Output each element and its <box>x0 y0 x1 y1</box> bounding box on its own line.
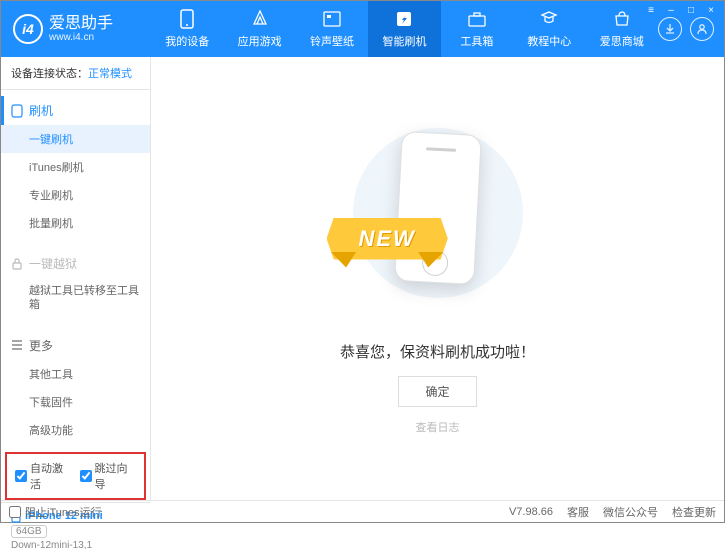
block-itunes-checkbox[interactable]: 阻止iTunes运行 <box>9 504 102 520</box>
nav-tutorial[interactable]: 教程中心 <box>513 1 585 57</box>
close-button[interactable]: × <box>702 3 720 17</box>
device-meta: Down-12mini-13,1 <box>11 540 140 551</box>
view-log-link[interactable]: 查看日志 <box>416 419 460 435</box>
sidebar-item-download-firmware[interactable]: 下载固件 <box>1 388 150 416</box>
sidebar-item-other-tools[interactable]: 其他工具 <box>1 360 150 388</box>
nav-label: 工具箱 <box>460 33 493 49</box>
brand-url: www.i4.cn <box>49 32 113 43</box>
apps-icon <box>250 9 270 29</box>
nav-apps[interactable]: 应用游戏 <box>223 1 295 57</box>
sidebar-jailbreak-note: 越狱工具已转移至工具箱 <box>1 278 150 319</box>
nav-label: 我的设备 <box>165 33 209 49</box>
footer-service[interactable]: 客服 <box>567 504 589 520</box>
nav-flash[interactable]: 智能刷机 <box>368 1 440 57</box>
ok-button[interactable]: 确定 <box>398 376 476 407</box>
footer-check-update[interactable]: 检查更新 <box>672 504 716 520</box>
device-status: 设备连接状态：正常模式 <box>1 57 150 90</box>
sidebar-item-itunes-flash[interactable]: iTunes刷机 <box>1 153 150 181</box>
sidebar-more-header[interactable]: 更多 <box>1 331 150 360</box>
wallpaper-icon <box>322 9 342 29</box>
phone-small-icon <box>11 104 23 118</box>
block-itunes-input[interactable] <box>9 506 21 518</box>
nav-label: 爱思商城 <box>600 33 644 49</box>
main-content: NEW 恭喜您，保资料刷机成功啦！ 确定 查看日志 <box>151 57 724 500</box>
device-storage: 64GB <box>11 525 47 538</box>
user-button[interactable] <box>690 17 714 41</box>
sidebar-item-oneclick-flash[interactable]: 一键刷机 <box>1 125 150 153</box>
nav-toolbox[interactable]: 工具箱 <box>441 1 513 57</box>
auto-activate-input[interactable] <box>15 470 27 482</box>
brand-name: 爱思助手 <box>49 15 113 33</box>
toolbox-icon <box>467 9 487 29</box>
phone-illustration <box>394 131 482 285</box>
logo-icon: i4 <box>13 14 43 44</box>
footer-wechat[interactable]: 微信公众号 <box>603 504 658 520</box>
sidebar-item-batch-flash[interactable]: 批量刷机 <box>1 209 150 237</box>
tutorial-icon <box>539 9 559 29</box>
checkbox-skip-guide[interactable]: 跳过向导 <box>80 460 137 492</box>
download-button[interactable] <box>658 17 682 41</box>
header-actions <box>658 17 724 41</box>
footer-version: V7.98.66 <box>509 506 553 518</box>
phone-icon <box>177 9 197 29</box>
sidebar-item-advanced[interactable]: 高级功能 <box>1 416 150 444</box>
checkbox-auto-activate[interactable]: 自动激活 <box>15 460 72 492</box>
sidebar-jailbreak-header[interactable]: 一键越狱 <box>1 249 150 278</box>
sidebar: 设备连接状态：正常模式 刷机 一键刷机 iTunes刷机 专业刷机 批量刷机 一… <box>1 57 151 500</box>
flash-icon <box>394 9 414 29</box>
minimize-button[interactable]: – <box>662 3 680 17</box>
maximize-button[interactable]: □ <box>682 3 700 17</box>
nav-label: 铃声壁纸 <box>310 33 354 49</box>
lock-icon <box>11 258 23 270</box>
new-ribbon: NEW <box>327 218 448 260</box>
status-mode: 正常模式 <box>88 68 132 80</box>
menu-button[interactable]: ≡ <box>642 3 660 17</box>
store-icon <box>612 9 632 29</box>
skip-guide-input[interactable] <box>80 470 92 482</box>
more-icon <box>11 340 23 350</box>
main-nav: 我的设备 应用游戏 铃声壁纸 智能刷机 工具箱 教程中心 爱思商城 <box>151 1 658 57</box>
success-message: 恭喜您，保资料刷机成功啦！ <box>340 341 535 362</box>
app-header: ≡ – □ × i4 爱思助手 www.i4.cn 我的设备 应用游戏 铃声壁纸… <box>1 1 724 57</box>
logo-area: i4 爱思助手 www.i4.cn <box>1 14 151 44</box>
nav-ringtone[interactable]: 铃声壁纸 <box>296 1 368 57</box>
sidebar-item-pro-flash[interactable]: 专业刷机 <box>1 181 150 209</box>
nav-my-device[interactable]: 我的设备 <box>151 1 223 57</box>
success-illustration: NEW <box>333 123 543 323</box>
nav-label: 应用游戏 <box>238 33 282 49</box>
sidebar-flash-header[interactable]: 刷机 <box>1 96 150 125</box>
nav-label: 智能刷机 <box>382 33 426 49</box>
window-controls: ≡ – □ × <box>642 3 720 17</box>
options-row: 自动激活 跳过向导 <box>5 452 146 500</box>
nav-label: 教程中心 <box>527 33 571 49</box>
